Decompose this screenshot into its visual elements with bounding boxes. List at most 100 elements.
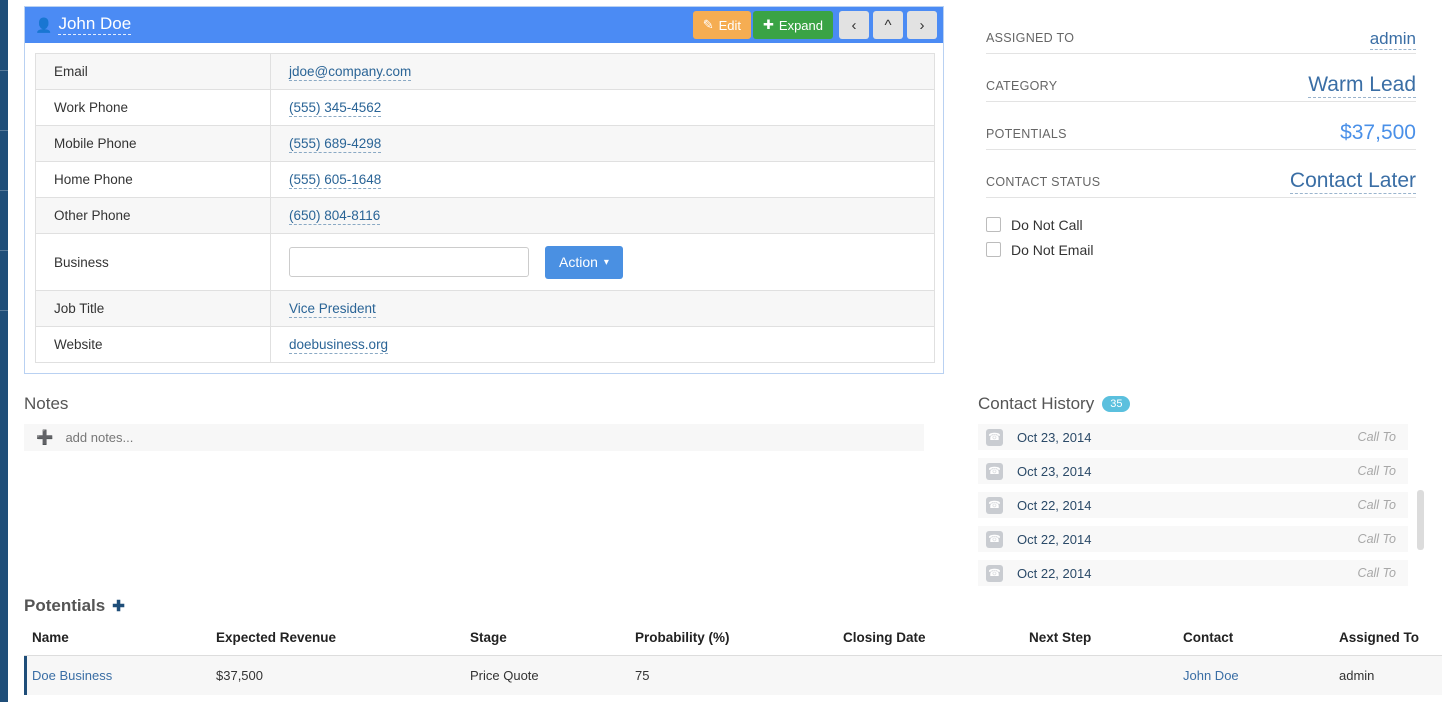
column-header-assigned-to[interactable]: Assigned To	[1331, 630, 1442, 656]
do-not-call-label: Do Not Call	[1011, 217, 1083, 233]
history-date: Oct 22, 2014	[1017, 532, 1358, 547]
do-not-email-row[interactable]: Do Not Email	[986, 237, 1416, 262]
expand-button-label: Expand	[779, 18, 823, 33]
potentials-title: Potentials ✚	[24, 596, 1424, 616]
cell-probability: 75	[627, 656, 835, 696]
header-actions: ✎ Edit ✚ Expand ‹ ^ ›	[693, 7, 943, 43]
table-row: Home Phone (555) 605-1648	[36, 162, 935, 198]
assigned-to-value[interactable]: admin	[1370, 29, 1416, 50]
do-not-call-checkbox[interactable]	[986, 217, 1001, 232]
notes-title: Notes	[24, 394, 924, 414]
phone-icon: ☎	[986, 565, 1003, 582]
table-row: Job Title Vice President	[36, 291, 935, 327]
contact-history-section: Contact History 35 ☎ Oct 23, 2014 Call T…	[978, 394, 1424, 594]
table-row: Email jdoe@company.com	[36, 54, 935, 90]
history-type: Call To	[1358, 566, 1396, 580]
field-value: Vice President	[271, 291, 935, 327]
field-value: (555) 605-1648	[271, 162, 935, 198]
add-potential-icon[interactable]: ✚	[112, 597, 125, 615]
mobile-phone-link[interactable]: (555) 689-4298	[289, 136, 381, 153]
home-phone-link[interactable]: (555) 605-1648	[289, 172, 381, 189]
column-header-contact[interactable]: Contact	[1175, 630, 1331, 656]
website-link[interactable]: doebusiness.org	[289, 337, 388, 354]
category-value[interactable]: Warm Lead	[1308, 73, 1416, 98]
field-label: Website	[36, 327, 271, 363]
list-item[interactable]: ☎ Oct 23, 2014 Call To	[978, 458, 1408, 484]
field-value: (555) 345-4562	[271, 90, 935, 126]
edit-button[interactable]: ✎ Edit	[693, 11, 751, 39]
panel-header: 👤 John Doe ✎ Edit ✚ Expand ‹ ^ ›	[25, 7, 943, 43]
potentials-table: Name Expected Revenue Stage Probability …	[24, 630, 1442, 695]
summary-row-category: CATEGORY Warm Lead	[986, 54, 1416, 102]
column-header-name[interactable]: Name	[24, 630, 208, 656]
potentials-amount-value[interactable]: $37,500	[1340, 121, 1416, 145]
table-header-row: Name Expected Revenue Stage Probability …	[24, 630, 1442, 656]
other-phone-link[interactable]: (650) 804-8116	[289, 208, 380, 225]
field-value: (555) 689-4298	[271, 126, 935, 162]
list-item[interactable]: ☎ Oct 22, 2014 Call To	[978, 526, 1408, 552]
contact-history-count-badge: 35	[1102, 396, 1130, 412]
next-record-button[interactable]: ›	[907, 11, 937, 39]
contact-name[interactable]: John Doe	[58, 15, 131, 35]
person-icon: 👤	[35, 18, 52, 32]
expand-button[interactable]: ✚ Expand	[753, 11, 833, 39]
up-record-button[interactable]: ^	[873, 11, 903, 39]
business-input[interactable]	[289, 247, 529, 277]
history-type: Call To	[1358, 430, 1396, 444]
field-value: jdoe@company.com	[271, 54, 935, 90]
email-link[interactable]: jdoe@company.com	[289, 64, 411, 81]
do-not-call-row[interactable]: Do Not Call	[986, 212, 1416, 237]
phone-icon: ☎	[986, 497, 1003, 514]
record-nav-group: ‹ ^ ›	[835, 11, 937, 39]
contact-history-title: Contact History 35	[978, 394, 1424, 414]
history-scrollbar-thumb[interactable]	[1417, 490, 1424, 550]
summary-sidebar: ASSIGNED TO admin CATEGORY Warm Lead POT…	[986, 6, 1416, 262]
contact-status-value[interactable]: Contact Later	[1290, 169, 1416, 194]
table-row: Website doebusiness.org	[36, 327, 935, 363]
plus-icon: ✚	[763, 17, 774, 33]
list-item[interactable]: ☎ Oct 22, 2014 Call To	[978, 492, 1408, 518]
contact-fields-table: Email jdoe@company.com Work Phone (555) …	[35, 53, 935, 363]
table-row: Other Phone (650) 804-8116	[36, 198, 935, 234]
work-phone-link[interactable]: (555) 345-4562	[289, 100, 381, 117]
do-not-email-checkbox[interactable]	[986, 242, 1001, 257]
column-header-closing-date[interactable]: Closing Date	[835, 630, 1021, 656]
summary-value: Warm Lead	[1308, 73, 1416, 97]
add-note-row[interactable]: ➕ add notes...	[24, 424, 924, 451]
field-label: Job Title	[36, 291, 271, 327]
prev-record-button[interactable]: ‹	[839, 11, 869, 39]
list-item[interactable]: ☎ Oct 23, 2014 Call To	[978, 424, 1408, 450]
app-sidebar-rail	[0, 0, 8, 702]
column-header-revenue[interactable]: Expected Revenue	[208, 630, 462, 656]
preference-checkboxes: Do Not Call Do Not Email	[986, 212, 1416, 262]
column-header-stage[interactable]: Stage	[462, 630, 627, 656]
history-date: Oct 23, 2014	[1017, 464, 1358, 479]
contact-detail-page: 👤 John Doe ✎ Edit ✚ Expand ‹ ^ ›	[0, 0, 1442, 702]
chevron-down-icon: ▾	[604, 257, 609, 268]
phone-icon: ☎	[986, 429, 1003, 446]
field-label: Other Phone	[36, 198, 271, 234]
contact-link[interactable]: John Doe	[1183, 668, 1239, 683]
field-label: Email	[36, 54, 271, 90]
table-row: Work Phone (555) 345-4562	[36, 90, 935, 126]
table-row: Doe Business $37,500 Price Quote 75 John…	[24, 656, 1442, 696]
potentials-section: Potentials ✚ Name Expected Revenue Stage…	[24, 596, 1424, 695]
list-item[interactable]: ☎ Oct 22, 2014 Call To	[978, 560, 1408, 586]
summary-value: admin	[1370, 29, 1416, 49]
cell-next-step	[1021, 656, 1175, 696]
field-value: doebusiness.org	[271, 327, 935, 363]
cell-assigned-to: admin	[1331, 656, 1442, 696]
job-title-link[interactable]: Vice President	[289, 301, 376, 318]
potential-name-link[interactable]: Doe Business	[32, 668, 112, 683]
field-label: Mobile Phone	[36, 126, 271, 162]
column-header-next-step[interactable]: Next Step	[1021, 630, 1175, 656]
notes-section: Notes ➕ add notes...	[24, 394, 924, 451]
history-scrollbar-track[interactable]	[1417, 454, 1424, 624]
cell-name: Doe Business	[24, 656, 208, 696]
history-date: Oct 22, 2014	[1017, 566, 1358, 581]
table-row: Mobile Phone (555) 689-4298	[36, 126, 935, 162]
column-header-probability[interactable]: Probability (%)	[627, 630, 835, 656]
do-not-email-label: Do Not Email	[1011, 242, 1093, 258]
phone-icon: ☎	[986, 463, 1003, 480]
action-button[interactable]: Action ▾	[545, 246, 623, 279]
